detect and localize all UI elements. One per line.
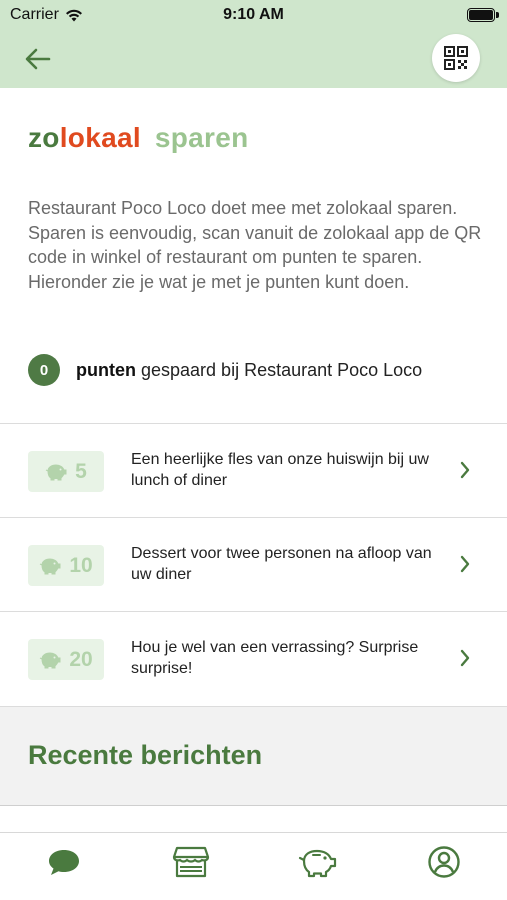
piggy-bank-icon <box>40 557 61 574</box>
tab-savings[interactable] <box>298 845 338 879</box>
chat-bubble-icon <box>49 850 79 875</box>
recent-messages-title: Recente berichten <box>28 740 263 770</box>
points-summary: 0 punten gespaard bij Restaurant Poco Lo… <box>28 354 422 386</box>
reward-points-badge: 5 <box>28 451 104 492</box>
chevron-right-icon <box>460 555 470 573</box>
reward-description: Een heerlijke fles van onze huiswijn bij… <box>131 451 429 489</box>
reward-item[interactable]: 5 Een heerlijke fles van onze huiswijn b… <box>0 423 507 517</box>
reward-points-value: 20 <box>69 647 93 671</box>
points-label: punten gespaard bij Restaurant Poco Loco <box>76 360 422 381</box>
arrow-left-icon <box>25 48 51 70</box>
piggy-bank-icon <box>298 849 337 878</box>
recent-messages-section: Recente berichten <box>0 706 507 806</box>
reward-points-badge: 10 <box>28 545 104 586</box>
battery-icon <box>467 8 499 22</box>
piggy-bank-icon <box>45 463 67 480</box>
tab-profile[interactable] <box>424 845 464 879</box>
reward-description: Hou je wel van een verrassing? Surprise … <box>131 639 419 677</box>
chevron-right-icon <box>460 649 470 667</box>
nav-bar <box>0 30 507 88</box>
points-count-badge: 0 <box>28 354 60 386</box>
reward-points-value: 10 <box>69 553 93 577</box>
tab-bar <box>0 832 507 900</box>
reward-item[interactable]: 10 Dessert voor twee personen na afloop … <box>0 517 507 611</box>
brand-logo: zolokaal sparen <box>28 122 249 154</box>
status-bar: Carrier 9:10 AM <box>0 0 507 30</box>
tab-messages[interactable] <box>44 845 84 879</box>
piggy-bank-icon <box>40 651 61 668</box>
reward-points-badge: 20 <box>28 639 104 680</box>
qr-scan-button[interactable] <box>432 34 480 82</box>
chevron-right-icon <box>460 461 470 479</box>
reward-points-value: 5 <box>75 459 87 483</box>
tab-store[interactable] <box>171 845 211 879</box>
points-label-bold: punten <box>76 359 136 380</box>
reward-description: Dessert voor twee personen na afloop van… <box>131 545 432 583</box>
brand-lokaal: lokaal <box>59 122 141 153</box>
reward-item[interactable]: 20 Hou je wel van een verrassing? Surpri… <box>0 611 507 705</box>
qr-code-icon <box>444 46 468 70</box>
store-icon <box>172 846 210 878</box>
user-circle-icon <box>428 846 460 878</box>
points-label-rest: gespaard bij Restaurant Poco Loco <box>136 359 423 380</box>
brand-sparen: sparen <box>154 122 249 153</box>
back-button[interactable] <box>22 43 54 75</box>
status-time: 9:10 AM <box>223 6 284 23</box>
brand-zo: zo <box>28 122 60 153</box>
intro-text: Restaurant Poco Loco doet mee met zoloka… <box>28 198 482 292</box>
